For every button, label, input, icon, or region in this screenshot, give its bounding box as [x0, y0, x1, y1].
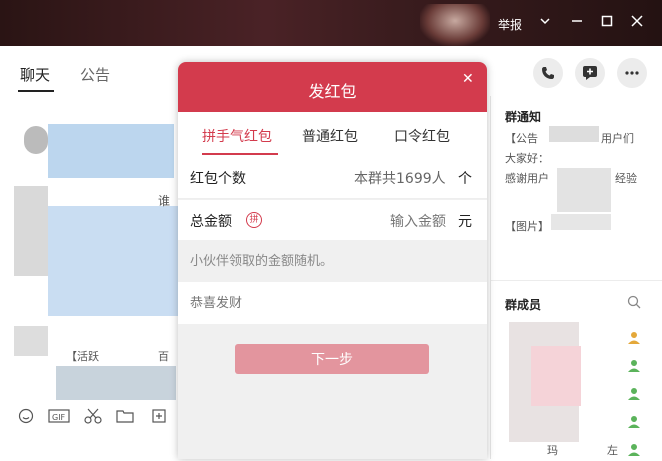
tab-chat[interactable]: 聊天: [20, 64, 50, 85]
member-icon: [627, 386, 641, 400]
search-icon[interactable]: [627, 294, 641, 313]
scissors-icon[interactable]: [84, 408, 104, 428]
avatar: [24, 126, 48, 154]
tab-underline: [18, 90, 54, 92]
count-label: 红包个数: [190, 171, 246, 187]
tab-underline: [202, 153, 278, 155]
member-icon: [627, 330, 641, 344]
blurred-member-list: [531, 346, 581, 406]
maximize-icon[interactable]: [598, 14, 616, 32]
members-title: 群成员: [505, 298, 542, 312]
blurred-avatar: [14, 326, 48, 356]
close-icon[interactable]: ✕: [462, 71, 474, 87]
member-name: 玛: [547, 444, 558, 457]
input-toolbar: GIF: [0, 400, 178, 459]
notice-line: 【图片】: [505, 220, 549, 233]
chevron-down-icon[interactable]: [536, 14, 554, 32]
blurred-text: [551, 214, 611, 230]
notice-title: 群通知: [505, 110, 542, 124]
notice-line: 【公告: [505, 132, 538, 145]
report-link[interactable]: 举报: [498, 16, 522, 33]
notice-line: 大家好：: [505, 152, 549, 165]
blurred-image: [56, 366, 176, 400]
count-input[interactable]: 本群共1699人: [354, 168, 446, 188]
tab-normal-packet[interactable]: 普通红包: [302, 126, 358, 146]
lucky-badge-icon: 拼: [246, 212, 262, 228]
amount-unit: 元: [458, 214, 472, 230]
random-hint: 小伙伴领取的金额随机。: [190, 254, 334, 269]
more-icon[interactable]: [617, 58, 647, 88]
folder-icon[interactable]: [116, 408, 136, 428]
amount-label: 总金额: [190, 214, 232, 230]
chat-area[interactable]: 谁 【活跃 百跳: [0, 96, 178, 400]
member-icon: [627, 414, 641, 428]
count-unit: 个: [458, 171, 472, 187]
screenshot-icon[interactable]: [150, 408, 170, 428]
dialog-header: 发红包 ✕: [178, 62, 487, 112]
member-name: 左: [607, 444, 618, 457]
amount-input[interactable]: 输入金额: [390, 211, 446, 231]
partial-text: 【活跃: [66, 350, 99, 363]
notice-line: 感谢用户: [505, 172, 549, 185]
member-icon: [627, 442, 641, 456]
total-amount-row[interactable]: 总金额 拼 输入金额 元: [178, 200, 487, 240]
title-bar: 举报: [0, 0, 662, 46]
gif-icon[interactable]: GIF: [48, 408, 70, 428]
emoji-icon[interactable]: [18, 408, 38, 428]
partial-text: 谁: [158, 194, 171, 208]
member-icon: [627, 358, 641, 372]
dialog-tabs: 拼手气红包 普通红包 口令红包: [178, 112, 487, 156]
notice-line: 用户们: [601, 132, 634, 145]
phone-icon[interactable]: [533, 58, 563, 88]
next-button[interactable]: 下一步: [235, 344, 429, 374]
red-packet-dialog: 发红包 ✕ 拼手气红包 普通红包 口令红包 红包个数 本群共1699人 个 总金…: [178, 62, 487, 459]
close-icon[interactable]: [628, 14, 646, 32]
tab-announcement[interactable]: 公告: [80, 64, 110, 85]
blurred-text: [557, 168, 611, 212]
tab-password-packet[interactable]: 口令红包: [394, 126, 450, 146]
minimize-icon[interactable]: [568, 14, 586, 32]
side-panel: 群通知 【公告 用户们 大家好： 感谢用户 经验 【图片】 群成员 玛 左: [490, 96, 662, 459]
add-message-icon[interactable]: [575, 58, 605, 88]
notice-line: 经验: [615, 172, 637, 185]
blurred-image: [48, 206, 178, 316]
banner-image: [420, 4, 490, 46]
wish-input[interactable]: [178, 282, 487, 324]
blurred-message: [48, 124, 174, 178]
dialog-title: 发红包: [308, 82, 357, 101]
blurred-avatar-column: [14, 186, 48, 276]
tab-lucky-packet[interactable]: 拼手气红包: [202, 126, 272, 146]
svg-text:GIF: GIF: [52, 413, 66, 422]
divider: [491, 280, 662, 281]
packet-count-row[interactable]: 红包个数 本群共1699人 个: [178, 156, 487, 199]
blurred-text: [549, 126, 599, 142]
